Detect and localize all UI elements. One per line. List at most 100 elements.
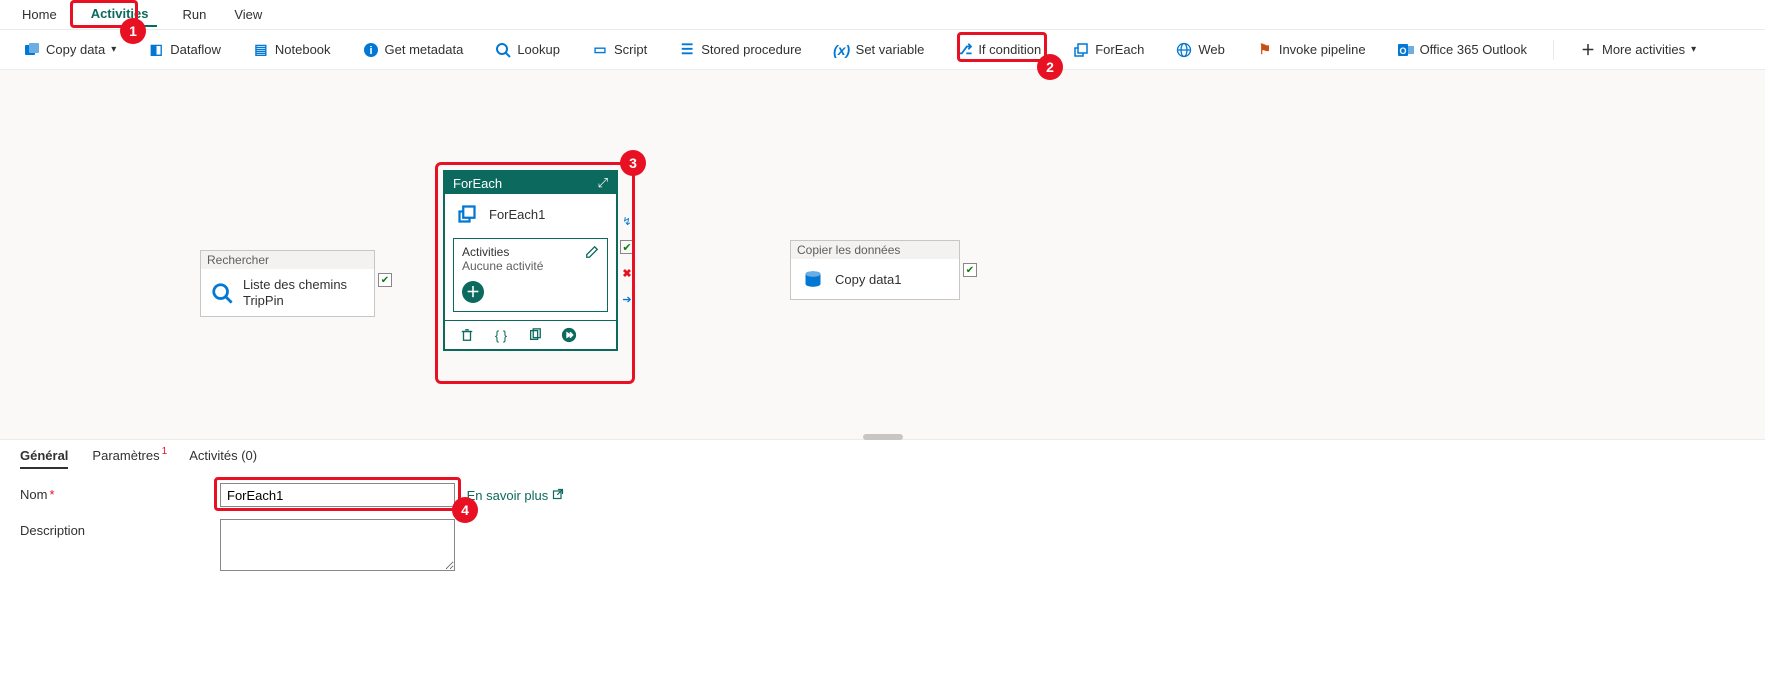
toolbar-outlook-label: Office 365 Outlook [1420, 42, 1527, 57]
pipeline-icon: ⚑ [1257, 42, 1273, 58]
name-label: Nom* [20, 483, 200, 502]
top-tabs: Home Activities Run View 1 [0, 0, 1765, 30]
learn-more-text: En savoir plus [467, 488, 549, 503]
foreach-ports: ↯ ✔ ✖ ➔ [620, 214, 634, 306]
chevron-down-icon: ▾ [1691, 44, 1696, 55]
foreach-icon [1073, 42, 1089, 58]
lookup-node-header: Rechercher [201, 251, 374, 269]
toolbar-copy-data-label: Copy data [46, 42, 105, 57]
copy-data-node[interactable]: Copier les données Copy data1 ✔ [790, 240, 960, 300]
description-input[interactable] [220, 519, 455, 571]
toolbar-get-metadata-label: Get metadata [385, 42, 464, 57]
foreach-inner-sub: Aucune activité [462, 259, 543, 273]
search-icon [211, 281, 233, 305]
toolbar-invoke-pipeline[interactable]: ⚑ Invoke pipeline [1251, 38, 1372, 62]
svg-text:i: i [369, 45, 372, 57]
notebook-icon: ▤ [253, 42, 269, 58]
foreach-inner-label: Activities [462, 245, 543, 259]
toolbar-notebook[interactable]: ▤ Notebook [247, 38, 337, 62]
foreach-node-head: ForEach [453, 176, 502, 191]
copy-data-node-title: Copy data1 [835, 272, 902, 287]
copy-icon[interactable] [527, 327, 543, 343]
toolbar-set-variable[interactable]: (x) Set variable [828, 38, 931, 62]
plus-icon: ＋ [1580, 42, 1596, 58]
general-form: Nom* En savoir plus 4 Description [0, 473, 1765, 593]
branch-icon: ⎇ [956, 42, 972, 58]
port-conditional-icon[interactable]: ↯ [620, 214, 634, 228]
info-icon: i [363, 42, 379, 58]
tab-run[interactable]: Run [181, 3, 209, 26]
required-indicator: 1 [162, 446, 168, 457]
external-link-icon [552, 488, 564, 503]
tab-parameters[interactable]: Paramètres1 [92, 448, 165, 469]
toolbar-script-label: Script [614, 42, 647, 57]
port-fail-icon[interactable]: ✖ [620, 266, 634, 280]
required-star: * [49, 487, 54, 502]
script-icon: ▭ [592, 42, 608, 58]
toolbar-more-activities-label: More activities [1602, 42, 1685, 57]
add-activity-button[interactable]: ＋ [462, 281, 484, 303]
delete-icon[interactable] [459, 327, 475, 343]
name-input[interactable] [220, 483, 455, 507]
svg-text:O: O [1399, 46, 1406, 56]
toolbar-copy-data[interactable]: Copy data ▾ [18, 38, 122, 62]
globe-icon [1176, 42, 1192, 58]
foreach-node-title: ForEach1 [489, 207, 545, 222]
toolbar-script[interactable]: ▭ Script [586, 38, 653, 62]
tab-general[interactable]: Général [20, 448, 68, 469]
tab-home[interactable]: Home [20, 3, 59, 26]
database-icon [801, 267, 825, 291]
expand-icon[interactable]: ⤢ [598, 175, 608, 191]
toolbar-notebook-label: Notebook [275, 42, 331, 57]
port-skip-icon[interactable]: ➔ [620, 292, 634, 306]
toolbar-dataflow-label: Dataflow [170, 42, 221, 57]
foreach-inner-activities[interactable]: Activities Aucune activité ＋ [453, 238, 608, 312]
port-success-icon[interactable]: ✔ [620, 240, 634, 254]
callout-2: 2 [1037, 54, 1063, 80]
learn-more-link[interactable]: En savoir plus [467, 488, 565, 503]
tab-view[interactable]: View [232, 3, 264, 26]
lookup-node-title: Liste des chemins TripPin [243, 277, 364, 308]
toolbar-stored-procedure[interactable]: ☰ Stored procedure [673, 38, 807, 62]
chevron-down-icon: ▾ [111, 44, 116, 55]
lookup-node[interactable]: Rechercher Liste des chemins TripPin ✔ [200, 250, 375, 317]
toolbar-lookup-label: Lookup [517, 42, 560, 57]
copy-data-icon [24, 42, 40, 58]
foreach-node[interactable]: ForEach ⤢ ForEach1 Activities Aucune act… [443, 170, 618, 351]
toolbar-web-label: Web [1198, 42, 1225, 57]
panel-resize-handle[interactable] [863, 434, 903, 440]
outlook-icon: O [1398, 42, 1414, 58]
variable-icon: (x) [834, 42, 850, 58]
toolbar-separator [1553, 40, 1554, 60]
toolbar-lookup[interactable]: Lookup [489, 38, 566, 62]
callout-4: 4 [452, 497, 478, 523]
tab-parameters-label: Paramètres [92, 448, 159, 463]
copy-success-port[interactable]: ✔ [963, 263, 977, 277]
toolbar-if-condition-label: If condition [978, 42, 1041, 57]
toolbar-web[interactable]: Web [1170, 38, 1231, 62]
pipeline-canvas[interactable]: Rechercher Liste des chemins TripPin ✔ F… [0, 70, 1765, 440]
description-label: Description [20, 519, 200, 538]
toolbar-foreach[interactable]: ForEach [1067, 38, 1150, 62]
toolbar-dataflow[interactable]: ◧ Dataflow [142, 38, 227, 62]
callout-3: 3 [620, 150, 646, 176]
name-label-text: Nom [20, 487, 47, 502]
tab-activities[interactable]: Activités (0) [189, 448, 257, 469]
search-icon [495, 42, 511, 58]
run-icon[interactable] [561, 327, 577, 343]
dataflow-icon: ◧ [148, 42, 164, 58]
lookup-success-port[interactable]: ✔ [378, 273, 392, 287]
toolbar-invoke-pipeline-label: Invoke pipeline [1279, 42, 1366, 57]
properties-tabs: Général Paramètres1 Activités (0) [0, 440, 1765, 473]
code-icon[interactable]: { } [493, 327, 509, 343]
toolbar-set-variable-label: Set variable [856, 42, 925, 57]
toolbar-more-activities[interactable]: ＋ More activities ▾ [1574, 38, 1702, 62]
tab-activities[interactable]: Activities [83, 2, 157, 27]
toolbar-if-condition[interactable]: ⎇ If condition [950, 38, 1047, 62]
toolbar-get-metadata[interactable]: i Get metadata [357, 38, 470, 62]
toolbar-outlook[interactable]: O Office 365 Outlook [1392, 38, 1533, 62]
copy-data-node-header: Copier les données [791, 241, 959, 259]
activities-toolbar: Copy data ▾ ◧ Dataflow ▤ Notebook i Get … [0, 30, 1765, 70]
stored-proc-icon: ☰ [679, 42, 695, 58]
edit-icon[interactable] [585, 245, 599, 262]
